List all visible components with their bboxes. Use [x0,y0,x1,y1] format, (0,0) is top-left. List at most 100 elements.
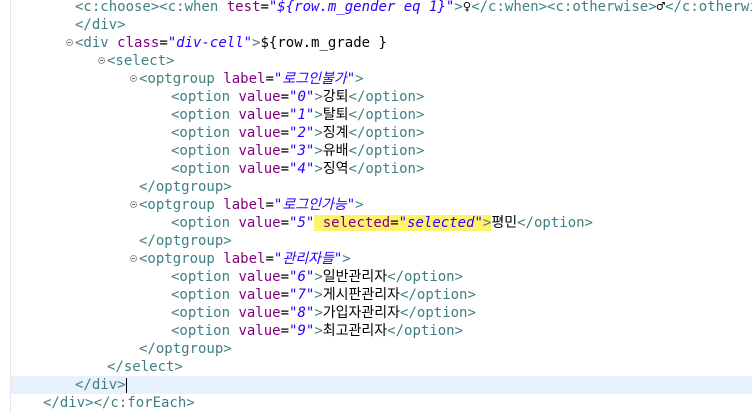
code-token-tag: </optgroup> [139,341,232,357]
line-content: <c:choose><c:when test="${row.m_gender e… [75,0,752,15]
code-line-11[interactable]: </optgroup> [139,178,752,196]
code-token-val: "9" [289,323,315,339]
code-token-txt: = [280,287,290,303]
code-line-9[interactable]: <option value="3">유배</option> [171,142,752,160]
code-token-attr: selected [314,215,391,231]
line-content: <select> [107,53,174,69]
code-token-tag: <option [171,215,239,231]
code-token-tag: <option [171,287,239,303]
code-token-tag: > [355,71,364,87]
code-token-tag: </option> [400,305,476,321]
code-token-tag: </option> [348,89,425,105]
code-token-txt: 평민 [491,215,518,231]
code-line-7[interactable]: <option value="1">탈퇴</option> [171,106,752,124]
line-content: <optgroup label="관리자들"> [139,251,351,267]
code-line-18[interactable]: <option value="8">가입자관리자</option> [171,304,752,322]
code-line-19[interactable]: <option value="9">최고관리자</option> [171,322,752,340]
code-token-val: "2" [289,125,315,141]
code-line-2[interactable]: </div> [75,16,752,34]
code-token-txt: = [260,0,269,15]
code-token-attr: value [238,269,281,285]
line-content: <div class="div-cell">${row.m_grade } [75,35,387,51]
code-line-17[interactable]: <option value="7">게시판관리자</option> [171,286,752,304]
code-token-val: "8" [289,305,315,321]
line-content: </select> [107,359,183,375]
code-line-6[interactable]: <option value="0">강퇴</option> [171,88,752,106]
code-token-tag: </c:when><c:otherwise> [471,0,657,15]
code-line-10[interactable]: <option value="4">징역</option> [171,160,752,178]
code-token-tag: <option [171,269,239,285]
code-token-val: "selected" [398,215,483,231]
code-token-txt: = [280,143,290,159]
code-token-attr: value [238,305,281,321]
code-token-tag: </c:otherwise> [665,0,752,15]
fold-icon[interactable] [66,39,73,46]
fold-icon[interactable] [130,201,137,208]
code-token-tag: > [314,161,323,177]
code-token-tag: <c:choose><c:when [75,0,227,15]
code-token-tag: </div> [75,377,126,393]
code-token-txt: = [280,161,290,177]
code-token-txt: = [265,197,274,213]
code-token-tag: </optgroup> [139,179,232,195]
code-token-tag: <optgroup [139,251,224,267]
code-token-txt: = [280,305,290,321]
code-token-tag: </div> [75,17,126,33]
code-token-val: "3" [289,143,315,159]
code-line-22-current[interactable]: </div> [11,376,752,394]
code-line-21[interactable]: </select> [107,358,752,376]
line-content: <optgroup label="로그인가능"> [139,197,364,213]
line-content: <option value="3">유배</option> [171,143,424,159]
code-token-tag: </option> [400,287,476,303]
code-token-attr: label [223,197,266,213]
code-token-val: "로그인가능" [273,197,356,213]
code-token-attr: value [238,143,281,159]
code-token-tag: > [342,251,351,267]
code-token-txt: ♂ [656,0,666,15]
code-token-tag: > [314,143,323,159]
code-token-txt: 강퇴 [322,89,349,105]
code-token-tag: <option [171,323,239,339]
line-content: <option value="5" selected="selected">평민… [171,215,593,231]
code-line-15[interactable]: <optgroup label="관리자들"> [130,250,752,268]
code-token-txt: = [280,125,290,141]
code-token-tag: <option [171,143,239,159]
code-token-tag: </option> [348,161,425,177]
code-token-tag: </option> [517,215,593,231]
code-token-attr: value [238,161,281,177]
code-editor[interactable]: <c:choose><c:when test="${row.m_gender e… [10,0,752,413]
code-token-val: "${row.m_gender eq 1}" [268,0,455,15]
code-line-3[interactable]: <div class="div-cell">${row.m_grade } [66,34,752,52]
code-token-val: "4" [289,161,315,177]
code-token-val: "0" [289,89,315,105]
code-token-txt: 일반관리자 [322,269,388,285]
code-line-16[interactable]: <option value="6">일반관리자</option> [171,268,752,286]
code-line-20[interactable]: </optgroup> [139,340,752,358]
line-content: <option value="0">강퇴</option> [171,89,424,105]
code-token-txt: 징역 [322,161,349,177]
code-token-tag: <option [171,107,239,123]
code-line-14[interactable]: </optgroup> [139,232,752,250]
fold-icon[interactable] [98,57,105,64]
code-line-4[interactable]: <select> [98,52,752,70]
code-token-tag: > [355,197,364,213]
code-token-tag: </option> [387,269,464,285]
code-token-txt: = [280,215,290,231]
fold-icon[interactable] [130,255,137,262]
code-token-tag: > [454,0,463,15]
code-line-12[interactable]: <optgroup label="로그인가능"> [130,196,752,214]
code-line-5[interactable]: <optgroup label="로그인불가"> [130,70,752,88]
code-token-tag: > [314,269,323,285]
code-token-attr: label [223,251,266,267]
code-line-8[interactable]: <option value="2">징계</option> [171,124,752,142]
code-line-1[interactable]: <c:choose><c:when test="${row.m_gender e… [75,0,752,16]
code-token-txt: 최고관리자 [322,323,388,339]
line-content: <option value="1">탈퇴</option> [171,107,424,123]
code-line-23[interactable]: </div></c:forEach> [43,394,752,412]
code-token-txt: = [280,89,290,105]
code-token-val: "7" [289,287,315,303]
fold-icon[interactable] [130,75,137,82]
code-token-txt: 게시판관리자 [322,287,401,303]
code-line-13[interactable]: <option value="5" selected="selected">평민… [171,214,752,232]
code-token-txt: = [265,71,274,87]
